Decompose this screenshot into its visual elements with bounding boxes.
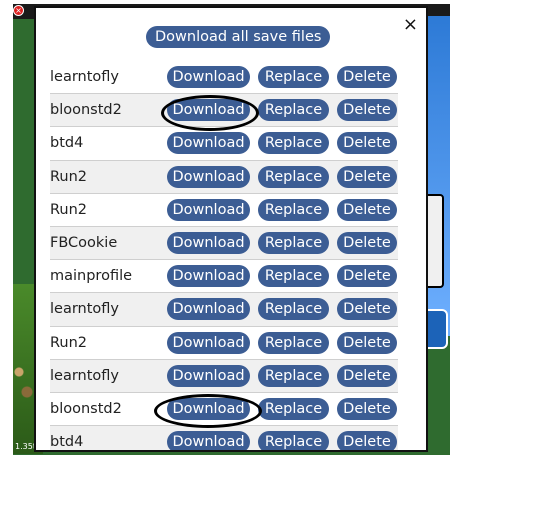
replace-button[interactable]: Replace	[258, 231, 329, 254]
replace-button[interactable]: Replace	[258, 265, 329, 288]
delete-button[interactable]: Delete	[337, 298, 397, 321]
delete-button[interactable]: Delete	[337, 397, 397, 420]
download-button[interactable]: Download	[167, 66, 250, 88]
save-files-modal: × Download all save files learntofly Dow…	[34, 6, 428, 452]
list-item: Run2 Download Replace Delete	[50, 160, 398, 194]
save-name: bloonstd2	[50, 102, 122, 119]
download-button[interactable]: Download	[167, 265, 250, 288]
list-item: bloonstd2 Download Replace Delete	[50, 393, 398, 427]
save-name: btd4	[50, 135, 84, 152]
replace-button[interactable]: Replace	[258, 397, 329, 420]
download-button[interactable]: Download	[167, 298, 250, 321]
download-button[interactable]: Download	[167, 99, 250, 122]
replace-button[interactable]: Replace	[258, 431, 329, 450]
save-name: Run2	[50, 334, 88, 351]
save-name: bloonstd2	[50, 400, 122, 417]
list-item: learntofly Download Replace Delete	[50, 293, 398, 327]
list-item: mainprofile Download Replace Delete	[50, 260, 398, 294]
game-close-icon[interactable]: ×	[13, 5, 24, 16]
replace-button[interactable]: Replace	[258, 298, 329, 321]
list-item: btd4 Download Replace Delete	[50, 127, 398, 161]
delete-button[interactable]: Delete	[337, 198, 397, 221]
save-name: Run2	[50, 168, 88, 185]
delete-button[interactable]: Delete	[337, 265, 397, 288]
save-file-list: learntofly Download Replace Delete bloon…	[50, 61, 398, 451]
delete-button[interactable]: Delete	[337, 364, 397, 387]
list-item: Run2 Download Replace Delete	[50, 194, 398, 227]
download-button[interactable]: Download	[167, 331, 250, 354]
replace-button[interactable]: Replace	[258, 198, 329, 221]
close-icon[interactable]: ×	[403, 16, 418, 34]
download-button[interactable]: Download	[167, 231, 250, 254]
game-scenery	[13, 364, 35, 404]
download-button[interactable]: Download	[167, 165, 250, 188]
delete-button[interactable]: Delete	[337, 66, 397, 88]
save-name: learntofly	[50, 367, 120, 384]
delete-button[interactable]: Delete	[337, 99, 397, 122]
download-button[interactable]: Download	[167, 132, 250, 155]
save-name: learntofly	[50, 301, 120, 318]
delete-button[interactable]: Delete	[337, 331, 397, 354]
replace-button[interactable]: Replace	[258, 364, 329, 387]
delete-button[interactable]: Delete	[337, 431, 397, 450]
download-button[interactable]: Download	[167, 431, 250, 450]
replace-button[interactable]: Replace	[258, 331, 329, 354]
save-name: btd4	[50, 434, 84, 451]
list-item: learntofly Download Replace Delete	[50, 61, 398, 95]
replace-button[interactable]: Replace	[258, 99, 329, 122]
game-version-label: 1.35t	[15, 442, 36, 451]
list-item: btd4 Download Replace Delete	[50, 426, 398, 451]
delete-button[interactable]: Delete	[337, 231, 397, 254]
delete-button[interactable]: Delete	[337, 132, 397, 155]
list-item: Run2 Download Replace Delete	[50, 327, 398, 360]
save-name: mainprofile	[50, 268, 133, 285]
save-name: learntofly	[50, 69, 120, 85]
save-name: FBCookie	[50, 234, 118, 251]
download-button[interactable]: Download	[167, 198, 250, 221]
replace-button[interactable]: Replace	[258, 66, 329, 88]
delete-button[interactable]: Delete	[337, 165, 397, 188]
download-button[interactable]: Download	[167, 397, 250, 420]
replace-button[interactable]: Replace	[258, 165, 329, 188]
list-item: learntofly Download Replace Delete	[50, 359, 398, 393]
list-item: FBCookie Download Replace Delete	[50, 226, 398, 261]
replace-button[interactable]: Replace	[258, 132, 329, 155]
list-item: bloonstd2 Download Replace Delete	[50, 94, 398, 128]
save-name: Run2	[50, 201, 88, 218]
download-all-button[interactable]: Download all save files	[146, 26, 331, 48]
download-button[interactable]: Download	[167, 364, 250, 387]
